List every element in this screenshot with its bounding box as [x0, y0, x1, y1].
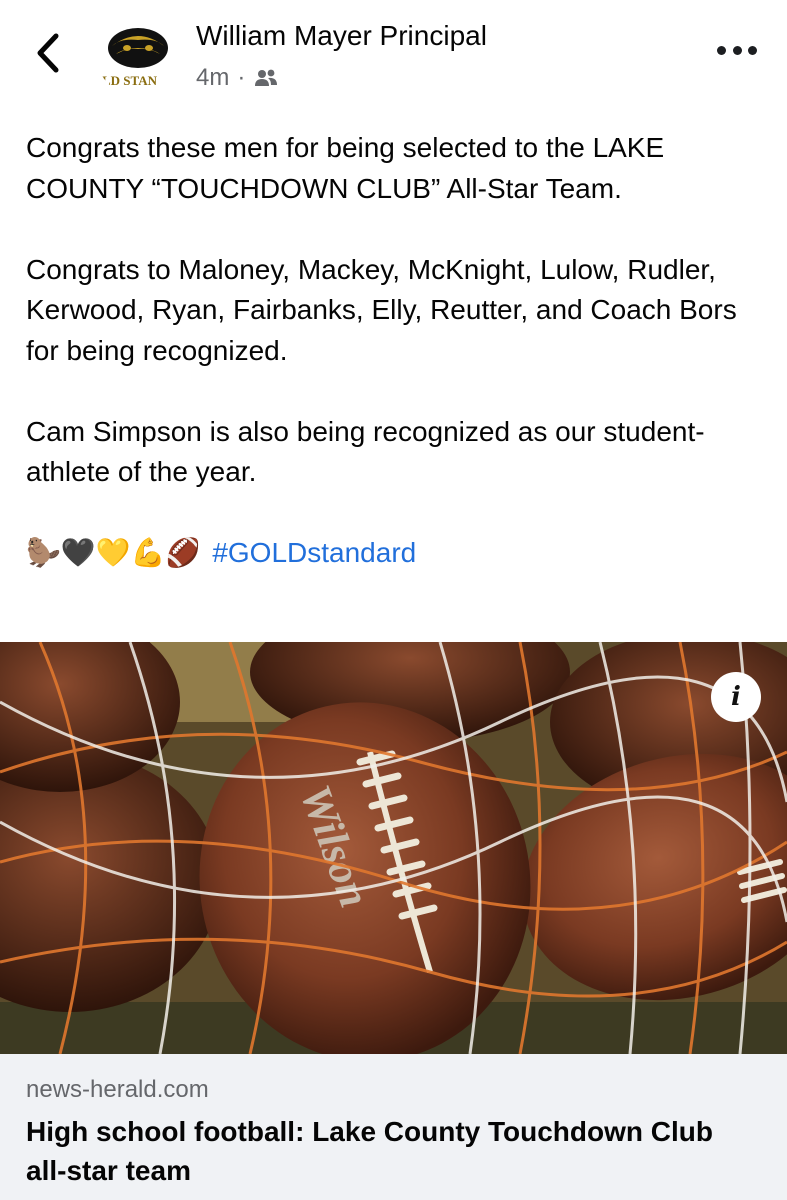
post-paragraph: Cam Simpson is also being recognized as …: [26, 415, 705, 488]
footballs-in-net-photo: Wilson: [0, 642, 787, 1054]
more-icon-dot: [732, 45, 742, 55]
post-header: LD STAN William Mayer Principal 4m ·: [0, 0, 787, 118]
back-button[interactable]: [30, 30, 70, 76]
link-preview-image[interactable]: Wilson i: [0, 642, 787, 1054]
post-paragraph: Congrats these men for being selected to…: [26, 132, 672, 204]
more-icon-dot: [748, 45, 757, 55]
more-icon-dot: [717, 45, 726, 55]
avatar[interactable]: LD STAN: [96, 12, 180, 96]
post-body: Congrats these men for being selected to…: [26, 128, 756, 574]
emoji-hashtag-line: 🦫🖤💛💪🏈 #GOLDstandard: [26, 533, 756, 574]
link-domain: news-herald.com: [26, 1076, 209, 1103]
link-title[interactable]: High school football: Lake County Touchd…: [26, 1112, 761, 1190]
more-options-button[interactable]: [717, 40, 757, 60]
link-preview-card[interactable]: Wilson i news-herald.com High school foo…: [0, 642, 787, 1200]
beaver-logo: LD STAN: [96, 12, 180, 96]
friends-icon: [255, 69, 278, 86]
emoji-sequence: 🦫🖤💛💪🏈: [26, 537, 201, 568]
post-meta: 4m ·: [196, 64, 279, 92]
avatar-text: LD STAN: [102, 73, 158, 88]
info-button[interactable]: i: [711, 672, 761, 722]
post-paragraph: Congrats to Maloney, Mackey, McKnight, L…: [26, 253, 745, 366]
author-name[interactable]: William Mayer Principal: [196, 20, 487, 52]
post-time[interactable]: 4m: [196, 64, 229, 92]
hashtag-link[interactable]: #GOLDstandard: [212, 533, 416, 574]
chevron-left-icon: [37, 33, 59, 73]
link-caption[interactable]: news-herald.com High school football: La…: [0, 1054, 787, 1200]
meta-separator: ·: [237, 64, 246, 91]
